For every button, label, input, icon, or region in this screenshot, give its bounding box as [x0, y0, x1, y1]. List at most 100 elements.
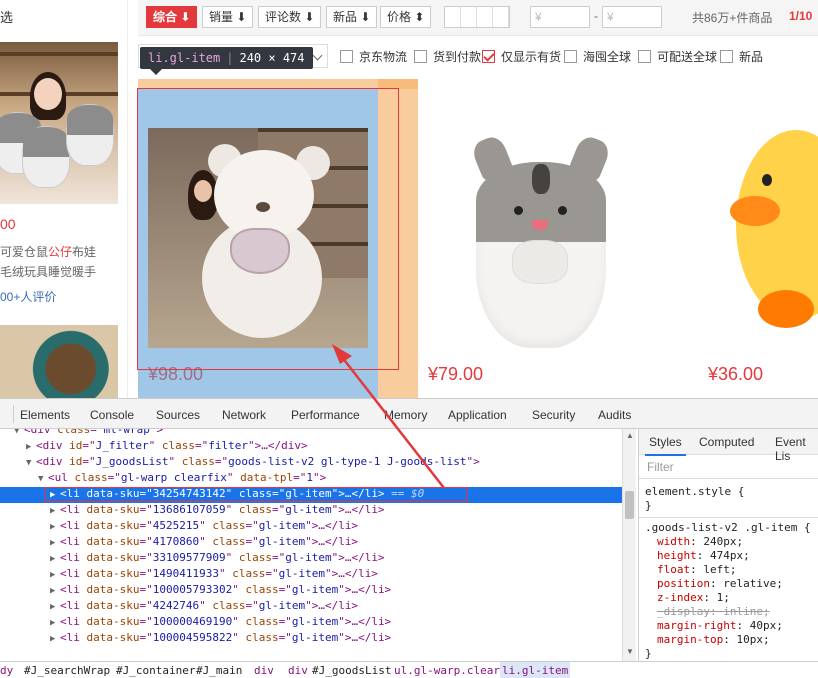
attr-value: 1490411933 — [152, 567, 219, 580]
tab-security[interactable]: Security — [532, 408, 575, 422]
checkbox-icon[interactable] — [720, 50, 733, 63]
grid-view-icon[interactable] — [477, 7, 493, 27]
breadcrumb-item[interactable]: #J_goodsList — [312, 662, 391, 678]
checkbox-checked-icon[interactable] — [482, 50, 495, 63]
dom-node[interactable]: ▶ <li data-sku="1490411933" class="gl-ite… — [50, 566, 378, 582]
dom-node[interactable]: ▶ <li data-sku="33109577909" class="gl-it… — [50, 550, 385, 566]
collapsed-triangle-icon[interactable]: ▶ — [50, 535, 60, 551]
total-count: 共86万+件商品 — [692, 11, 773, 25]
left-product-thumbnail-2[interactable] — [0, 325, 118, 398]
breadcrumb-item[interactable]: #J_searchWrap — [24, 662, 110, 678]
left-review-count[interactable]: 00+人评价 — [0, 288, 56, 305]
option-checkbox-4[interactable]: 可配送全球 — [638, 48, 717, 65]
tab-network[interactable]: Network — [222, 408, 266, 422]
dom-node[interactable]: ▶ <li data-sku="4170860" class="gl-item">… — [50, 534, 358, 550]
collapsed-triangle-icon[interactable]: ▶ — [50, 503, 60, 519]
option-checkbox-1[interactable]: 货到付款 — [414, 48, 481, 65]
scrollbar-thumb[interactable] — [625, 491, 634, 519]
css-declaration[interactable]: float: left; — [657, 563, 737, 577]
collapsed-triangle-icon[interactable]: ▶ — [50, 599, 60, 615]
expanded-triangle-icon[interactable]: ▼ — [38, 471, 48, 487]
dom-node[interactable]: ▶ <li data-sku="100004595822" class="gl-i… — [50, 630, 391, 646]
rule-selector[interactable]: .goods-list-v2 .gl-item { — [645, 521, 811, 535]
tab-audits[interactable]: Audits — [598, 408, 631, 422]
dom-node[interactable]: ▶ <div id="J_filter" class="filter">…</di… — [26, 438, 308, 454]
breadcrumb-item[interactable]: dy — [0, 662, 13, 678]
grid-view-icon[interactable] — [445, 7, 461, 27]
dom-node[interactable]: ▶ <li data-sku="100005793302" class="gl-i… — [50, 582, 391, 598]
expanded-triangle-icon[interactable]: ▼ — [26, 455, 36, 471]
option-checkbox-3[interactable]: 海囤全球 — [564, 48, 631, 65]
left-product-title[interactable]: 可爱仓鼠公仔布娃 毛绒玩具睡觉暖手 — [0, 242, 126, 282]
collapsed-triangle-icon[interactable]: ▶ — [50, 519, 60, 535]
css-declaration[interactable]: margin-top: 10px; — [657, 633, 770, 647]
list-view-icon[interactable] — [461, 7, 477, 27]
css-declaration[interactable]: z-index: 1; — [657, 591, 730, 605]
collapsed-triangle-icon[interactable]: ▶ — [50, 631, 60, 647]
dom-node[interactable]: ▼ <div id="J_goodsList" class="goods-list… — [26, 454, 480, 470]
collapsed-triangle-icon[interactable]: ▶ — [50, 615, 60, 631]
sort-default-button[interactable]: 综合 ⬇ — [146, 6, 198, 28]
css-declaration[interactable]: margin-right: 40px; — [657, 619, 783, 633]
price-max-input[interactable]: ¥ — [602, 6, 662, 28]
styles-filter-input[interactable]: Filter — [639, 455, 818, 479]
collapsed-triangle-icon[interactable]: ▶ — [50, 583, 60, 599]
checkbox-icon[interactable] — [340, 50, 353, 63]
sort-new-button[interactable]: 新品 ⬇ — [326, 6, 378, 28]
option-checkbox-5[interactable]: 新品 — [720, 48, 763, 65]
tab-memory[interactable]: Memory — [384, 408, 427, 422]
sort-reviews-button[interactable]: 评论数 ⬇ — [258, 6, 322, 28]
dom-node[interactable]: ▶ <li data-sku="100000469190" class="gl-i… — [50, 614, 391, 630]
collapsed-triangle-icon[interactable]: ▶ — [50, 551, 60, 567]
attr-name: id — [69, 455, 83, 468]
attr-name: data-sku — [86, 567, 140, 580]
scroll-down-icon[interactable]: ▼ — [626, 647, 634, 656]
view-mode-toggle[interactable] — [444, 6, 510, 28]
sort-sales-button[interactable]: 销量 ⬇ — [202, 6, 254, 28]
breadcrumb-item[interactable]: li.gl-item — [500, 662, 571, 678]
scroll-up-icon[interactable]: ▲ — [626, 431, 634, 440]
sort-price-button[interactable]: 价格 ⬍ — [380, 6, 432, 28]
breadcrumb-item[interactable]: div — [288, 662, 308, 678]
dom-node[interactable]: ▶ <li data-sku="13686107059" class="gl-it… — [50, 502, 385, 518]
tab-computed[interactable]: Computed — [699, 435, 754, 449]
css-declaration[interactable]: _display: inline; — [657, 605, 770, 619]
dom-tree-scrollbar[interactable]: ▲ ▼ — [622, 429, 636, 661]
tag-text: ">…</li> — [331, 503, 385, 516]
hamster-product-thumbnail[interactable] — [0, 42, 118, 204]
dom-node[interactable]: ▶ <li data-sku="4242746" class="gl-item">… — [50, 598, 358, 614]
sort-price-label: 价格 — [387, 10, 412, 24]
breadcrumb-item[interactable]: #J_main — [196, 662, 242, 678]
tag-text: <li — [60, 567, 87, 580]
tab-styles[interactable]: Styles — [645, 435, 686, 456]
css-declaration[interactable]: position: relative; — [657, 577, 783, 591]
option-checkbox-2[interactable]: 仅显示有货 — [482, 48, 561, 65]
checkbox-icon[interactable] — [414, 50, 427, 63]
breadcrumb-item[interactable]: #J_container — [116, 662, 195, 678]
tab-performance[interactable]: Performance — [291, 408, 360, 422]
inspect-toggle-icon[interactable] — [0, 405, 14, 423]
option-checkbox-0[interactable]: 京东物流 — [340, 48, 407, 65]
checkbox-icon[interactable] — [638, 50, 651, 63]
dom-node[interactable]: ▼ <div class="ml-wrap"> — [14, 429, 163, 438]
tag-text: =" — [245, 535, 259, 548]
tab-application[interactable]: Application — [448, 408, 507, 422]
expanded-triangle-icon[interactable]: ▼ — [14, 429, 24, 439]
breadcrumb-item[interactable]: div — [254, 662, 274, 678]
tab-elements[interactable]: Elements — [15, 408, 75, 431]
elements-dom-tree[interactable]: ▼ <div class="ml-wrap"> ▶ <div id="J_filter… — [0, 429, 622, 661]
collapsed-triangle-icon[interactable]: ▶ — [50, 567, 60, 583]
dom-node[interactable]: ▼ <ul class="gl-warp clearfix" data-tpl="… — [38, 470, 326, 486]
dom-node[interactable]: ▶ <li data-sku="4525215" class="gl-item">… — [50, 518, 358, 534]
duck-product-image[interactable] — [728, 130, 818, 350]
attr-value: gl-item — [258, 519, 306, 532]
tab-sources[interactable]: Sources — [156, 408, 200, 422]
tab-console[interactable]: Console — [90, 408, 134, 422]
checkbox-icon[interactable] — [564, 50, 577, 63]
list-view-icon[interactable] — [493, 7, 509, 27]
hamster-product-image[interactable] — [469, 128, 613, 348]
css-declaration[interactable]: width: 240px; — [657, 535, 743, 549]
css-declaration[interactable]: height: 474px; — [657, 549, 750, 563]
collapsed-triangle-icon[interactable]: ▶ — [26, 439, 36, 455]
price-min-input[interactable]: ¥ — [530, 6, 590, 28]
